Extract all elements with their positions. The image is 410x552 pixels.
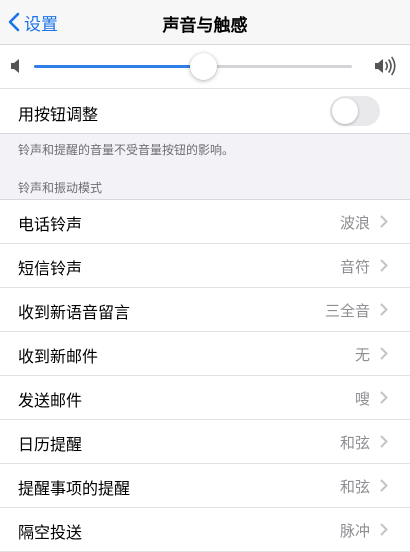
list-item-value: 和弦 [339,478,370,496]
list-item[interactable]: 发送邮件 嗖 [0,376,410,420]
chevron-right-icon [380,303,388,316]
list-item-value: 波浪 [339,214,370,232]
speaker-high-icon [375,56,396,76]
list-item-label: 隔空投送 [18,523,83,542]
page-title: 声音与触感 [162,16,248,36]
list-item-value: 和弦 [339,434,370,452]
list-item[interactable]: 收到新语音留言 三全音 [0,288,410,332]
list-item-value: 三全音 [324,302,370,320]
list-item[interactable]: 隔空投送 脉冲 [0,508,410,552]
change-with-buttons-label: 用按钮调整 [18,105,99,124]
list-item[interactable]: 提醒事项的提醒 和弦 [0,464,410,508]
volume-slider-row [0,45,410,89]
list-item-label: 短信铃声 [18,259,83,278]
list-item-value: 脉冲 [339,522,370,540]
list-item-value: 嗖 [354,390,370,408]
volume-slider-thumb[interactable] [189,53,217,80]
volume-track-fill [34,65,203,68]
chevron-right-icon [380,435,388,448]
speaker-low-icon [11,59,19,73]
chevron-right-icon [380,523,388,536]
toggle-knob [332,98,358,124]
list-item[interactable]: 电话铃声 波浪 [0,200,410,244]
list-item-label: 发送邮件 [18,391,83,410]
change-with-buttons-toggle[interactable] [330,96,380,126]
volume-footnote: 铃声和提醒的音量不受音量按钮的影响。 [18,143,235,157]
chevron-right-icon [380,479,388,492]
list-item-value: 音符 [339,258,370,276]
chevron-right-icon [380,391,388,404]
section-header: 铃声和振动模式 [18,181,103,195]
navigation-bar: 设置 声音与触感 [0,0,410,45]
list-item-label: 日历提醒 [18,435,83,454]
chevron-right-icon [380,215,388,228]
list-item-label: 电话铃声 [18,215,83,234]
list-item[interactable]: 日历提醒 和弦 [0,420,410,464]
chevron-right-icon [380,347,388,360]
list-item-label: 提醒事项的提醒 [18,479,131,498]
list-item-label: 收到新邮件 [18,347,99,366]
list-item-value: 无 [354,346,370,364]
list-item-label: 收到新语音留言 [18,303,131,322]
list-item[interactable]: 短信铃声 音符 [0,244,410,288]
chevron-right-icon [380,259,388,272]
list-item[interactable]: 收到新邮件 无 [0,332,410,376]
sound-patterns-list: 电话铃声 波浪 短信铃声 音符 收到新语音留言 三全音 收到新邮件 无 发送邮件… [0,199,410,552]
change-with-buttons-row: 用按钮调整 [0,89,410,134]
